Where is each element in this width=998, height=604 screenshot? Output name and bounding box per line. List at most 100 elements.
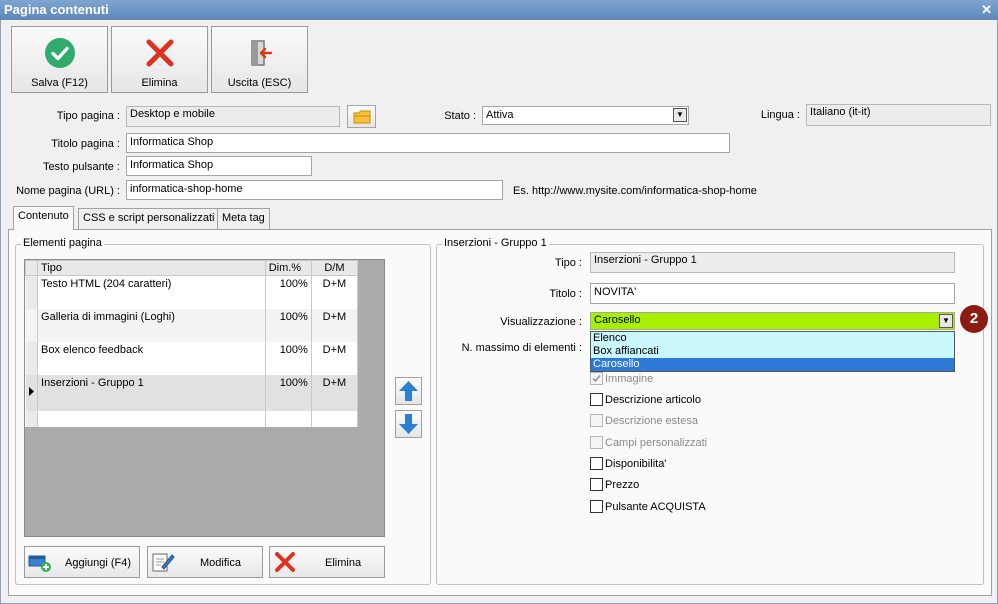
checkbox-box[interactable] [590, 372, 603, 385]
grid-header-dim[interactable]: Dim.% [264, 260, 312, 276]
chevron-down-icon[interactable]: ▼ [939, 314, 953, 328]
cell-dm: D+M [311, 341, 359, 375]
row-indicator[interactable] [25, 374, 39, 411]
grid-corner [25, 260, 39, 276]
titolo-pagina-label: Titolo pagina : [51, 138, 120, 150]
checkbox-box[interactable] [590, 500, 603, 513]
grid-header-dm[interactable]: D/M [310, 260, 359, 276]
titolo-input[interactable]: NOVITA' [590, 283, 955, 304]
visualizzazione-value: Carosello [594, 314, 641, 326]
checkbox-label: Descrizione articolo [605, 394, 701, 406]
checkbox-box[interactable] [590, 414, 603, 427]
grid-header-row: Tipo Dim.% D/M [25, 260, 359, 276]
add-element-button[interactable]: Aggiungi (F4) [24, 546, 140, 578]
stato-value: Attiva [486, 109, 514, 121]
tipo-pagina-field: Desktop e mobile [126, 106, 340, 127]
move-down-button[interactable] [395, 410, 422, 438]
tab-meta-tag[interactable]: Meta tag [217, 208, 270, 229]
row-indicator[interactable] [25, 275, 39, 309]
testo-pulsante-label: Testo pulsante : [42, 161, 120, 173]
row-indicator[interactable] [25, 308, 39, 342]
dropdown-option[interactable]: Carosello [591, 358, 954, 371]
checkbox-label: Disponibilita' [605, 458, 667, 470]
move-up-button[interactable] [395, 377, 422, 405]
cell-dm: D+M [311, 275, 359, 309]
lingua-label: Lingua : [760, 109, 800, 121]
max-elementi-label: N. massimo di elementi : [461, 342, 582, 354]
url-example-text: Es. http://www.mysite.com/informatica-sh… [513, 185, 757, 197]
detail-group-title: Inserzioni - Gruppo 1 [442, 237, 549, 249]
delete-element-button[interactable]: Elimina [269, 546, 385, 578]
cross-icon [146, 39, 173, 67]
delete-button-label: Elimina [141, 77, 178, 89]
window-title: Pagina contenuti [4, 2, 109, 17]
visualizzazione-select[interactable]: Carosello ▼ [590, 312, 955, 330]
checkbox-label: Descrizione estesa [605, 415, 698, 427]
save-button[interactable]: Salva (F12) [11, 26, 108, 93]
chevron-down-icon[interactable]: ▼ [673, 108, 687, 122]
tab-contenuto[interactable]: Contenuto [13, 206, 74, 230]
checkmark-icon [592, 374, 601, 383]
cell-dim: 100% [265, 308, 312, 342]
visualizzazione-dropdown-list: Elenco Box affiancati Carosello [590, 331, 955, 372]
add-window-icon [28, 555, 51, 572]
cell-dim: 100% [265, 275, 312, 309]
cell-tipo: Galleria di immagini (Loghi) [37, 308, 266, 342]
arrow-up-icon [399, 381, 418, 401]
stato-label: Stato : [444, 110, 476, 122]
cell-tipo: Inserzioni - Gruppo 1 [37, 374, 266, 411]
titolo-pagina-input[interactable]: Informatica Shop [126, 133, 730, 153]
table-row-new[interactable] [25, 410, 359, 427]
arrow-down-icon [399, 414, 418, 434]
tipo-pagina-label: Tipo pagina : [56, 110, 120, 122]
cell-dm: D+M [311, 308, 359, 342]
table-row[interactable]: Galleria di immagini (Loghi) 100% D+M [25, 308, 359, 342]
save-button-label: Salva (F12) [31, 77, 88, 89]
checkbox-label: Immagine [605, 373, 654, 385]
edit-pencil-icon [152, 553, 175, 572]
stato-select[interactable]: Attiva ▼ [482, 106, 689, 125]
folder-icon [353, 110, 371, 124]
cell-dim: 100% [265, 341, 312, 375]
table-row[interactable]: Inserzioni - Gruppo 1 100% D+M [25, 374, 359, 411]
testo-pulsante-input[interactable]: Informatica Shop [126, 156, 312, 176]
dropdown-option[interactable]: Elenco [591, 332, 954, 345]
cell-dm [311, 410, 359, 427]
add-element-button-label: Aggiungi (F4) [65, 557, 132, 569]
window-titlebar: Pagina contenuti ✕ [0, 0, 998, 20]
row-indicator[interactable] [25, 410, 39, 427]
elementi-pagina-title: Elementi pagina [21, 237, 104, 249]
nome-pagina-label: Nome pagina (URL) : [16, 185, 120, 197]
tipo-label: Tipo : [554, 257, 582, 269]
table-row[interactable]: Box elenco feedback 100% D+M [25, 341, 359, 375]
close-icon[interactable]: ✕ [981, 0, 992, 20]
checkbox-box[interactable] [590, 436, 603, 449]
tipo-field: Inserzioni - Gruppo 1 [590, 252, 955, 273]
annotation-badge: 2 [960, 305, 988, 333]
tipo-pagina-picker-button[interactable] [347, 105, 376, 128]
checkbox-box[interactable] [590, 393, 603, 406]
cell-dim [265, 410, 312, 427]
exit-button[interactable]: Uscita (ESC) [211, 26, 308, 93]
titolo-label: Titolo : [549, 288, 582, 300]
grid-header-tipo[interactable]: Tipo [37, 260, 266, 276]
edit-element-button-label: Modifica [200, 557, 241, 569]
cell-dm: D+M [311, 374, 359, 411]
row-indicator[interactable] [25, 341, 39, 375]
delete-button[interactable]: Elimina [111, 26, 208, 93]
checkbox-box[interactable] [590, 478, 603, 491]
dropdown-option[interactable]: Box affiancati [591, 345, 954, 358]
cell-dim: 100% [265, 374, 312, 411]
elements-grid: Tipo Dim.% D/M Testo HTML (204 caratteri… [24, 259, 385, 537]
current-row-pointer-icon [28, 386, 34, 396]
checkbox-box[interactable] [590, 457, 603, 470]
exit-button-label: Uscita (ESC) [227, 77, 292, 89]
edit-element-button[interactable]: Modifica [147, 546, 263, 578]
table-row[interactable]: Testo HTML (204 caratteri) 100% D+M [25, 275, 359, 309]
cell-tipo [37, 410, 266, 427]
tab-css-script[interactable]: CSS e script personalizzati [78, 208, 220, 229]
delete-element-button-label: Elimina [325, 557, 362, 569]
exit-door-icon [250, 40, 272, 66]
cell-tipo: Box elenco feedback [37, 341, 266, 375]
nome-pagina-input[interactable]: informatica-shop-home [126, 180, 503, 200]
